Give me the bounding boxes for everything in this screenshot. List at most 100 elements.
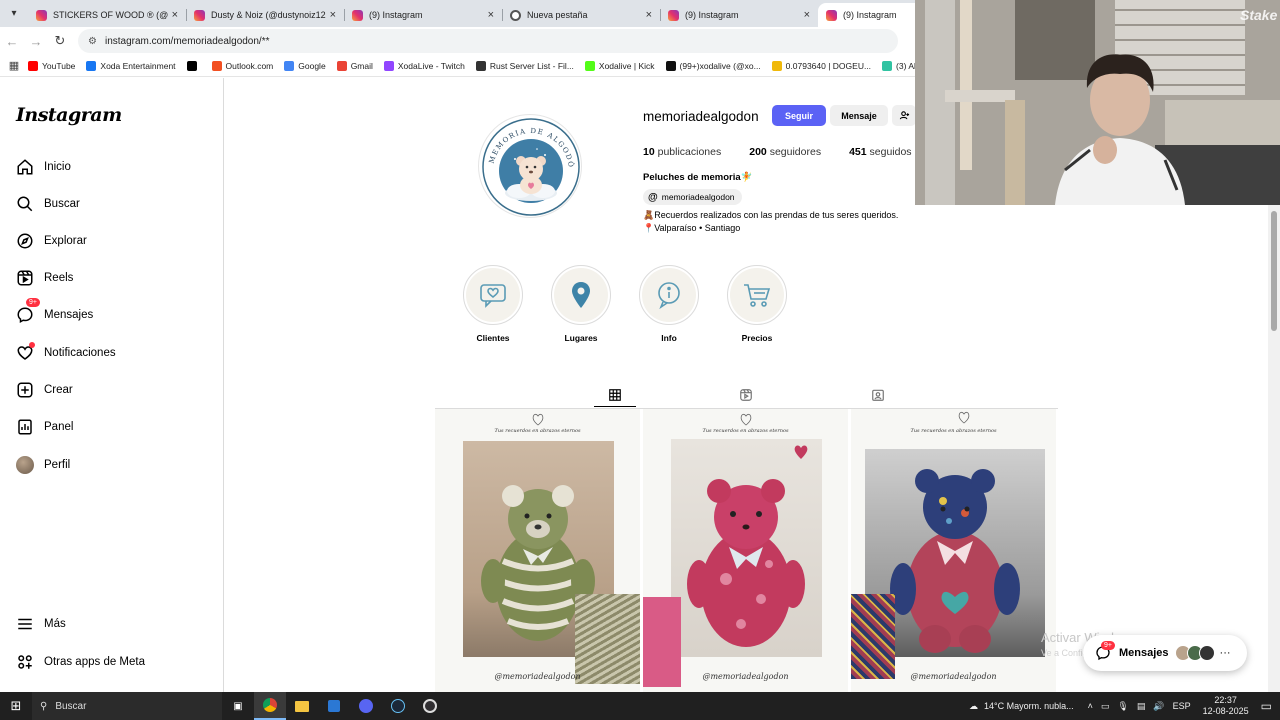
svg-text:Stake: Stake bbox=[1240, 7, 1278, 23]
post-thumbnail[interactable]: Tus recuerdos en abrazos eternos @memori… bbox=[643, 409, 848, 692]
back-icon[interactable]: ← bbox=[0, 34, 24, 49]
volume-icon[interactable]: 🔊 bbox=[1153, 701, 1164, 712]
profile-full-name: Peluches de memoria🧚 bbox=[643, 172, 753, 183]
forward-icon[interactable]: → bbox=[24, 34, 48, 49]
post-handle: @memoriadealgodon bbox=[910, 672, 997, 681]
bookmark-item[interactable]: YouTube bbox=[28, 60, 75, 71]
tab-posts[interactable] bbox=[594, 383, 636, 407]
browser-tab[interactable]: (9) Instagram × bbox=[344, 3, 502, 27]
site-info-icon[interactable]: ⚙ bbox=[88, 36, 97, 47]
taskbar-search[interactable]: ⚲ Buscar bbox=[32, 692, 222, 720]
fabric-swatch bbox=[575, 594, 640, 684]
language-indicator[interactable]: ESP bbox=[1173, 701, 1191, 711]
nav-label: Otras apps de Meta bbox=[44, 656, 145, 668]
tab-reels[interactable] bbox=[725, 383, 767, 407]
nav-notifications[interactable]: Notificaciones bbox=[16, 342, 116, 364]
highlight-info[interactable]: Info bbox=[638, 265, 700, 343]
tray-chevron-icon[interactable]: ˄ bbox=[1088, 701, 1093, 711]
svg-text:MEMORIA DE ALGODÓN: MEMORIA DE ALGODÓN bbox=[479, 115, 576, 169]
bookmark-item[interactable]: Outlook.com bbox=[211, 60, 273, 71]
browser-tab[interactable]: Nueva pestaña × bbox=[502, 3, 660, 27]
profile-picture[interactable]: MEMORIA DE ALGODÓN bbox=[478, 114, 582, 218]
bookmark-item[interactable]: Google bbox=[284, 60, 326, 71]
highlight-ring bbox=[463, 265, 523, 325]
tab-search-icon[interactable]: ▾ bbox=[0, 0, 28, 27]
bookmark-item[interactable]: Rust Server List - Fil... bbox=[475, 60, 574, 71]
browser-tab[interactable]: Dusty & Noiz (@dustynoiz129) × bbox=[186, 3, 344, 27]
followers-stat[interactable]: 200 seguidores bbox=[749, 146, 821, 158]
post-thumbnail[interactable]: Tus recuerdos en abrazos eternos @memori… bbox=[435, 409, 640, 692]
system-tray: ☁ 14°C Mayorm. nubla... ˄ ▭ 🎙 ▤ 🔊 ESP 22… bbox=[969, 692, 1280, 720]
close-tab-icon[interactable]: × bbox=[646, 9, 652, 21]
url-field[interactable]: ⚙ instagram.com/memoriadealgodon/** bbox=[78, 29, 898, 53]
instagram-logo[interactable]: Instagram bbox=[16, 104, 122, 126]
battery-icon[interactable]: ▭ bbox=[1101, 701, 1110, 712]
browser-tab-title: Nueva pestaña bbox=[527, 10, 588, 20]
highlight-precios[interactable]: Precios bbox=[726, 265, 788, 343]
bookmark-item[interactable]: Xodalive | Kick bbox=[584, 60, 655, 71]
nav-create[interactable]: Crear bbox=[16, 379, 73, 401]
following-stat[interactable]: 451 seguidos bbox=[849, 146, 911, 158]
nav-messages[interactable]: 9+ Mensajes bbox=[16, 298, 93, 326]
close-tab-icon[interactable]: × bbox=[172, 9, 178, 21]
obs-icon[interactable] bbox=[414, 692, 446, 720]
browser-tab[interactable]: STICKERS OF WOOD ® (@stick × bbox=[28, 3, 186, 27]
info-icon bbox=[658, 282, 680, 310]
suggest-user-icon[interactable] bbox=[892, 105, 916, 126]
threads-badge[interactable]: @ memoriadealgodon bbox=[643, 189, 742, 205]
bookmark-label: Gmail bbox=[350, 60, 373, 71]
nav-reels[interactable]: Reels bbox=[16, 267, 73, 289]
bookmark-item[interactable]: Xoda Entertainment bbox=[86, 60, 176, 71]
browser-tab[interactable]: (9) Instagram × bbox=[660, 3, 818, 27]
bookmark-item[interactable]: 0.0793640 | DOGEU... bbox=[771, 60, 871, 71]
nav-home[interactable]: Inicio bbox=[16, 156, 71, 178]
bookmark-item[interactable] bbox=[186, 60, 201, 71]
nav-search[interactable]: Buscar bbox=[16, 193, 80, 215]
webcam-overlay: Stake bbox=[915, 0, 1280, 205]
browser-tab-title: (9) Instagram bbox=[369, 10, 423, 20]
bookmark-favicon-icon bbox=[882, 60, 893, 71]
weather-text[interactable]: 14°C Mayorm. nubla... bbox=[984, 701, 1074, 711]
windows-start-icon[interactable]: ⊞ bbox=[0, 698, 32, 714]
bookmark-item[interactable]: Gmail bbox=[336, 60, 373, 71]
bookmark-item[interactable]: XodaLive - Twitch bbox=[383, 60, 465, 71]
reels-icon bbox=[740, 389, 752, 401]
highlight-lugares[interactable]: Lugares bbox=[550, 265, 612, 343]
nav-explore[interactable]: Explorar bbox=[16, 230, 87, 252]
close-tab-icon[interactable]: × bbox=[804, 9, 810, 21]
message-button[interactable]: Mensaje bbox=[830, 105, 888, 126]
apps-grid-icon[interactable]: ▦ bbox=[0, 59, 28, 72]
highlight-clientes[interactable]: Clientes bbox=[462, 265, 524, 343]
home-icon bbox=[17, 159, 33, 175]
nav-panel[interactable]: Panel bbox=[16, 416, 73, 438]
store-icon[interactable] bbox=[318, 692, 350, 720]
clock[interactable]: 22:37 12-08-2025 bbox=[1203, 695, 1249, 717]
nav-profile[interactable]: Perfil bbox=[16, 454, 70, 476]
nav-meta-apps[interactable]: Otras apps de Meta bbox=[16, 651, 145, 673]
nav-label: Más bbox=[44, 618, 66, 630]
threads-icon: @ bbox=[648, 191, 658, 203]
browser-tab-title: Dusty & Noiz (@dustynoiz129) bbox=[211, 10, 326, 20]
scrollbar-thumb[interactable] bbox=[1271, 211, 1277, 331]
close-tab-icon[interactable]: × bbox=[330, 9, 336, 21]
more-icon[interactable]: ··· bbox=[1220, 647, 1231, 659]
nav-more[interactable]: Más bbox=[16, 613, 66, 635]
tab-tagged[interactable] bbox=[857, 383, 899, 407]
file-explorer-icon[interactable] bbox=[286, 692, 318, 720]
steam-icon[interactable] bbox=[382, 692, 414, 720]
nav-label: Explorar bbox=[44, 235, 87, 247]
follow-button[interactable]: Seguir bbox=[772, 105, 826, 126]
close-tab-icon[interactable]: × bbox=[488, 9, 494, 21]
chrome-taskbar-icon[interactable] bbox=[254, 692, 286, 720]
reload-icon[interactable]: ↻ bbox=[48, 33, 72, 49]
page-scrollbar[interactable] bbox=[1268, 205, 1280, 692]
task-view-icon[interactable]: ▣ bbox=[222, 692, 254, 720]
notification-center-icon[interactable]: ▭ bbox=[1261, 699, 1272, 713]
post-thumbnail[interactable]: Tus recuerdos en abrazos eternos @memori… bbox=[851, 409, 1056, 692]
bookmark-item[interactable]: (99+)xodalive (@xo... bbox=[665, 60, 761, 71]
floating-messages-button[interactable]: 9+ Mensajes ··· bbox=[1083, 635, 1247, 671]
network-icon[interactable]: ▤ bbox=[1137, 701, 1146, 712]
discord-icon[interactable] bbox=[350, 692, 382, 720]
mic-icon[interactable]: 🎙 bbox=[1117, 701, 1128, 712]
search-icon bbox=[17, 196, 33, 212]
